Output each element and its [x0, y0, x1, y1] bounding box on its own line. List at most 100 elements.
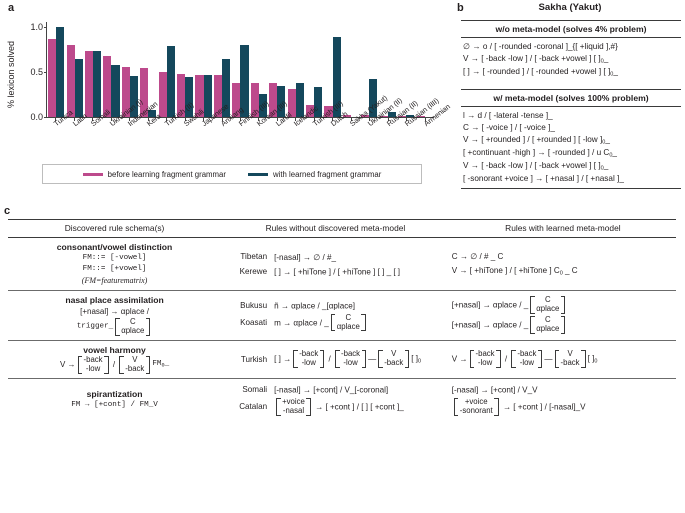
feature-matrix-line: αplace — [536, 304, 560, 314]
panel-b-section-header: w/ meta-model (solves 100% problem) — [461, 89, 681, 108]
panel-b-rule: [ -sonorant +voice ] → [ +nasal ] / [ +n… — [463, 174, 624, 184]
rule-line: [-nasal] → [+cont] / V_V — [452, 383, 674, 397]
legend-swatch-before — [82, 172, 103, 176]
bar-chart: % lexicon solved 0.0 0.5 1.0 Tunica Latin So… — [6, 21, 452, 129]
panel-c-letter: c — [4, 205, 11, 217]
feature-matrix: -back -low — [77, 355, 110, 374]
y-tick-label: 1.0 — [30, 21, 43, 32]
feature-matrix: -back -low — [510, 349, 543, 368]
feature-matrix: Cαplace — [529, 315, 566, 335]
cell-rules-without: Tibetan [-nasal] → ∅ / #_ Kerewe [ ] → [ +h… — [221, 237, 450, 291]
table-row: nasal place assimilation [+nasal] → αplac… — [8, 290, 676, 341]
schema-line: FM → [+cont] / FM_V — [71, 400, 158, 409]
bar-group — [231, 22, 249, 117]
feature-matrix-line: αplace — [121, 325, 145, 335]
rule-line: V → [ +hiTone ] / [ +hiTone ] C0 _ C — [452, 264, 674, 279]
feature-matrix-line: -back — [384, 358, 404, 368]
feature-matrix-line: -back — [560, 358, 580, 368]
rule-text: [-nasal] → [+cont] / V_[-coronal] — [274, 385, 389, 395]
y-tick-label: 0.5 — [30, 66, 43, 77]
language-label: Kerewe — [239, 266, 268, 276]
schema-title: nasal place assimilation — [65, 295, 164, 306]
rule-line: Koasati m → αplace / _ Cαplace — [223, 313, 448, 333]
schema-line: (FM=featurematrix) — [81, 275, 148, 285]
rule-line: Tibetan [-nasal] → ∅ / #_ — [223, 249, 448, 264]
cell-schema: spirantization FM → [+cont] / FM_V — [8, 378, 221, 421]
legend-swatch-with — [247, 172, 268, 176]
feature-matrix: -back -low — [334, 349, 367, 368]
feature-matrix-line: -back — [125, 363, 145, 373]
rule-text: [ ] → [ +hiTone ] / [ +hiTone ] [ ] _ [ … — [274, 266, 401, 276]
cell-rules-with: C → ∅ / # _ C V → [ +hiTone ] / [ +hiTone… — [450, 237, 676, 291]
feature-matrix-line: αplace — [536, 324, 560, 334]
rule-line: Kerewe [ ] → [ +hiTone ] / [ +hiTone ] [ … — [223, 264, 448, 278]
y-axis-label: % lexicon solved — [6, 40, 16, 109]
legend-item-with: with learned fragment grammar — [247, 169, 382, 179]
panel-b-rule: V → [ +rounded ] / [ +rounded ] [ -low ]… — [463, 134, 610, 145]
cell-rules-without: Turkish[ ] → -back -low / -back -low — V -back… — [221, 340, 450, 378]
feature-matrix-line: -low — [301, 358, 316, 368]
table-header-row: Discovered rule schema(s) Rules without … — [8, 219, 676, 238]
legend-label-with: with learned fragment grammar — [272, 169, 382, 179]
panel-b-rule-list: l → d / [ -lateral -tense ]_ C → [ -voice… — [461, 107, 681, 190]
bar-before — [84, 50, 94, 117]
rule-text: V → [ +hiTone ] / [ +hiTone ] C0 _ C — [451, 266, 578, 277]
cell-schema: nasal place assimilation [+nasal] → αplac… — [8, 291, 221, 341]
cell-schema: vowel harmony V → -back -low / V -back FM0_ — [8, 340, 221, 378]
panel-b-rule: [ +continuant -high ] → [ -rounded ] / u… — [463, 147, 617, 159]
cell-rules-without: Bukusu ñ → αplace / _[αplace] Koasati m → α… — [221, 291, 450, 341]
bar-group — [158, 22, 176, 117]
rule-line: V → -back -low / -back -low — V -back[ ]0 — [451, 349, 598, 368]
rule-line: Somali [-nasal] → [+cont] / V_[-coronal] — [223, 383, 448, 397]
feature-matrix: +voice -nasal — [275, 397, 312, 416]
cell-rules-without: Somali [-nasal] → [+cont] / V_[-coronal] C… — [221, 378, 450, 421]
bar-group — [286, 22, 304, 117]
language-label: Koasati — [240, 318, 268, 328]
language-label: Bukusu — [240, 301, 268, 311]
cell-schema: consonant/vowel distinction FM::= [-vowel… — [8, 237, 221, 291]
schema-line: FM::= [-vowel] — [82, 253, 147, 262]
rule-line: [+nasal] → αplace / _ Cαplace — [452, 315, 674, 335]
panel-a-bar-chart: a % lexicon solved 0.0 0.5 1.0 Tunica Latin… — [0, 0, 452, 200]
feature-matrix: V -back — [377, 349, 410, 368]
rule-schema-table: Discovered rule schema(s) Rules without … — [8, 219, 676, 421]
bar-before — [48, 39, 57, 117]
legend-label-before: before learning fragment grammar — [107, 169, 226, 179]
language-label: Tibetan — [240, 252, 268, 262]
rule-text: C → ∅ / # _ C — [451, 252, 504, 262]
column-header-with: Rules with learned meta-model — [449, 219, 676, 238]
bar-group — [342, 22, 360, 117]
feature-matrix: -back -low — [469, 349, 502, 368]
feature-matrix-line: -low — [85, 363, 101, 373]
language-label: Turkish — [240, 354, 268, 364]
panel-b-rule: [ ] → [ -rounded ] / [ -rounded +vowel ]… — [463, 66, 618, 78]
column-header-schema: Discovered rule schema(s) — [8, 219, 222, 238]
feature-matrix: V -back — [554, 349, 587, 368]
schema-line: trigger_ Cαplace — [77, 317, 153, 336]
feature-matrix: Cαplace — [114, 317, 151, 336]
feature-matrix: Cαplace — [330, 313, 367, 332]
chart-legend: before learning fragment grammar with le… — [42, 164, 422, 184]
schema-title: consonant/vowel distinction — [56, 241, 173, 252]
cell-rules-with: [+nasal] → αplace / _ Cαplace [+nasal] → α… — [450, 291, 676, 341]
rule-line: C → ∅ / # _ C — [452, 249, 674, 264]
rule-line: [+nasal] → αplace / _ Cαplace — [452, 295, 674, 315]
feature-matrix-line: -low — [343, 358, 358, 368]
bar-before — [66, 44, 75, 117]
panel-b-rule-list: ∅ → o / [ -rounded -coronal ]_{[ +liquid… — [461, 38, 681, 82]
panel-b-rule: l → d / [ -lateral -tense ]_ — [463, 111, 553, 121]
panel-c-rule-schema-table: c Discovered rule schema(s) Rules withou… — [0, 205, 685, 513]
cell-rules-with: V → -back -low / -back -low — V -back[ ]0 — [450, 340, 676, 378]
feature-matrix-line: -sonorant — [459, 405, 493, 415]
bar-with — [240, 44, 249, 117]
schema-title: vowel harmony — [83, 344, 146, 355]
bar-with — [74, 59, 83, 117]
y-tick-label: 0.0 — [30, 112, 43, 122]
rule-text: [-nasal] → ∅ / #_ — [274, 252, 337, 262]
rule-text: [-nasal] → [+cont] / V_V — [451, 385, 538, 395]
panel-b-sakha-rules: b Sakha (Yakut) w/o meta-model (solves 4… — [455, 0, 685, 200]
bar-group — [65, 22, 83, 117]
bar-group — [194, 22, 212, 117]
schema-body: FM::= [-vowel] FM::= [+vowel] (FM=featurem… — [10, 253, 219, 287]
panel-b-rule: V → [ -back -low ] / [ -back +vowel ] [ … — [463, 161, 609, 172]
